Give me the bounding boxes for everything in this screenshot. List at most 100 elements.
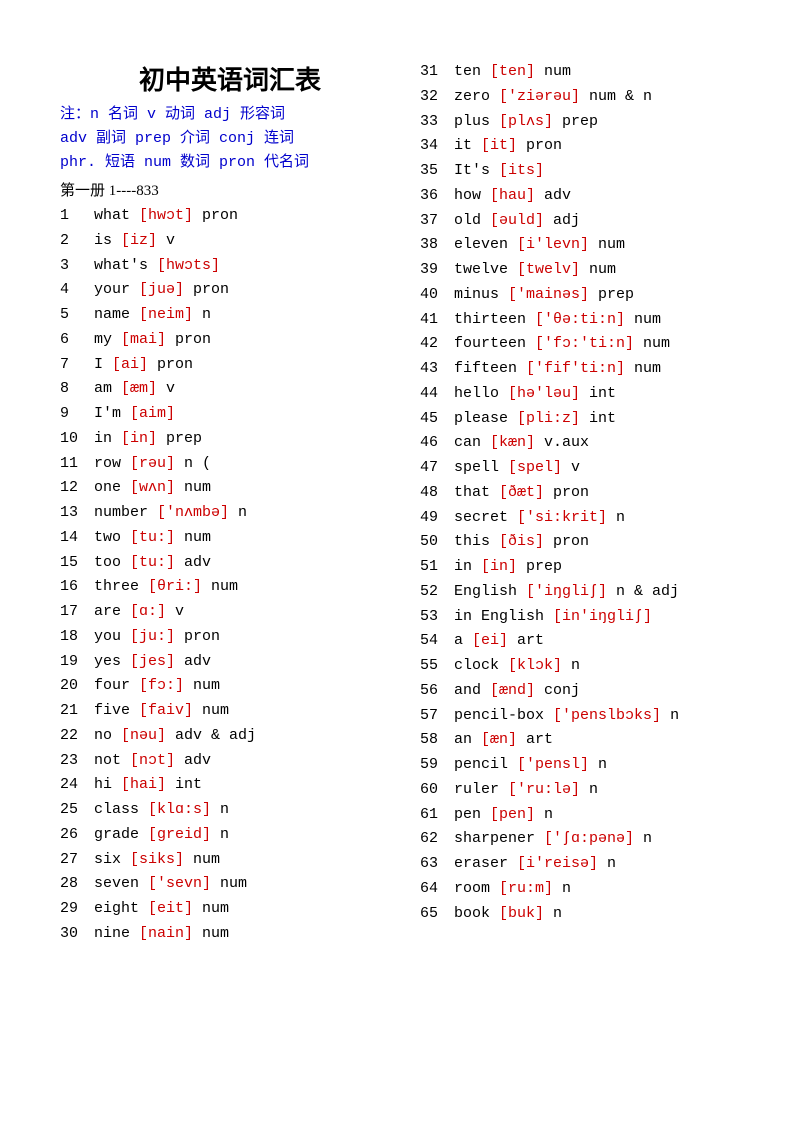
left-entry: 1what [hwɔt] pron — [60, 204, 400, 229]
entry-pos: v — [166, 603, 184, 620]
entry-content: one [wʌn] num — [94, 476, 211, 501]
entry-word: am — [94, 380, 121, 397]
entry-number: 49 — [420, 506, 454, 531]
right-entry: 44hello [hə'ləu] int — [420, 382, 760, 407]
entry-content: your [juə] pron — [94, 278, 229, 303]
entry-pos: prep — [553, 113, 598, 130]
left-entry: 12one [wʌn] num — [60, 476, 400, 501]
entry-pos: art — [508, 632, 544, 649]
entry-word: three — [94, 578, 148, 595]
left-entry: 7I [ai] pron — [60, 353, 400, 378]
left-entry: 10in [in] prep — [60, 427, 400, 452]
right-entry: 54a [ei] art — [420, 629, 760, 654]
entry-content: eight [eit] num — [94, 897, 229, 922]
entry-ipa: [nɔt] — [130, 752, 175, 769]
entry-ipa: ['θə:ti:n] — [535, 311, 625, 328]
entry-word: are — [94, 603, 130, 620]
entry-pos: num — [193, 702, 229, 719]
entry-content: in [in] prep — [454, 555, 562, 580]
entry-ipa: [ðæt] — [499, 484, 544, 501]
entry-ipa: [ten] — [490, 63, 535, 80]
entry-number: 12 — [60, 476, 94, 501]
entry-ipa: ['ziərəu] — [499, 88, 580, 105]
entry-word: spell — [454, 459, 508, 476]
entry-number: 61 — [420, 803, 454, 828]
left-entry: 13number ['nʌmbə] n — [60, 501, 400, 526]
entry-content: secret ['si:krit] n — [454, 506, 625, 531]
entry-word: It's — [454, 162, 499, 179]
entry-word: thirteen — [454, 311, 535, 328]
entry-content: pencil ['pensl] n — [454, 753, 607, 778]
entry-content: row [rəu] n ( — [94, 452, 211, 477]
entry-content: no [nəu] adv & adj — [94, 724, 256, 749]
entry-pos: n — [598, 855, 616, 872]
entry-ipa: ['fif'ti:n] — [526, 360, 625, 377]
entry-ipa: [eit] — [148, 900, 193, 917]
entry-word: in — [94, 430, 121, 447]
right-entry: 34it [it] pron — [420, 134, 760, 159]
entry-word: I — [94, 356, 112, 373]
right-entry: 33plus [plʌs] prep — [420, 110, 760, 135]
entry-pos: n — [580, 781, 598, 798]
entry-content: class [klɑ:s] n — [94, 798, 229, 823]
right-column: 31ten [ten] num32zero ['ziərəu] num & n3… — [420, 60, 760, 947]
entry-content: what's [hwɔts] — [94, 254, 220, 279]
entry-pos: pron — [193, 207, 238, 224]
legend: 注：n 名词 v 动词 adj 形容词 adv 副词 prep 介词 conj … — [60, 103, 400, 175]
entry-ipa: [ei] — [472, 632, 508, 649]
entry-content: minus ['mainəs] prep — [454, 283, 634, 308]
entry-pos: num & n — [580, 88, 652, 105]
entry-content: is [iz] v — [94, 229, 175, 254]
entry-pos: num — [625, 311, 661, 328]
entry-number: 17 — [60, 600, 94, 625]
entry-content: it [it] pron — [454, 134, 562, 159]
entry-pos: pron — [544, 533, 589, 550]
entry-content: an [æn] art — [454, 728, 553, 753]
entry-ipa: [juə] — [139, 281, 184, 298]
entry-pos: n — [535, 806, 553, 823]
entry-ipa: ['fɔ:'ti:n] — [535, 335, 634, 352]
entry-number: 31 — [420, 60, 454, 85]
entry-pos: num — [175, 529, 211, 546]
left-entry: 2is [iz] v — [60, 229, 400, 254]
right-entry: 45please [pli:z] int — [420, 407, 760, 432]
entry-ipa: [ðis] — [499, 533, 544, 550]
entry-ipa: [hwɔt] — [139, 207, 193, 224]
entry-ipa: [in'iŋgliʃ] — [553, 608, 652, 625]
entry-ipa: [iz] — [121, 232, 157, 249]
left-entry: 5name [neim] n — [60, 303, 400, 328]
entry-number: 48 — [420, 481, 454, 506]
left-column: 初中英语词汇表 注：n 名词 v 动词 adj 形容词 adv 副词 prep … — [60, 60, 400, 947]
entry-word: that — [454, 484, 499, 501]
entry-number: 40 — [420, 283, 454, 308]
entry-content: zero ['ziərəu] num & n — [454, 85, 652, 110]
entry-number: 57 — [420, 704, 454, 729]
entry-content: a [ei] art — [454, 629, 544, 654]
entry-number: 53 — [420, 605, 454, 630]
entry-pos: n ( — [175, 455, 211, 472]
entry-number: 14 — [60, 526, 94, 551]
entry-pos: n & adj — [607, 583, 679, 600]
entry-content: and [ænd] conj — [454, 679, 580, 704]
entry-number: 9 — [60, 402, 94, 427]
entry-number: 32 — [420, 85, 454, 110]
entry-number: 41 — [420, 308, 454, 333]
left-entry: 20four [fɔ:] num — [60, 674, 400, 699]
entry-number: 43 — [420, 357, 454, 382]
entry-number: 7 — [60, 353, 94, 378]
entry-content: number ['nʌmbə] n — [94, 501, 247, 526]
entry-content: room [ru:m] n — [454, 877, 571, 902]
entry-word: your — [94, 281, 139, 298]
entry-word: pencil-box — [454, 707, 553, 724]
entry-ipa: [wʌn] — [130, 479, 175, 496]
entry-ipa: [it] — [481, 137, 517, 154]
entry-number: 54 — [420, 629, 454, 654]
entry-ipa: ['iŋgliʃ] — [526, 583, 607, 600]
entry-content: are [ɑ:] v — [94, 600, 184, 625]
entry-pos: prep — [589, 286, 634, 303]
entry-number: 60 — [420, 778, 454, 803]
entry-number: 1 — [60, 204, 94, 229]
entry-pos: pron — [148, 356, 193, 373]
entry-number: 58 — [420, 728, 454, 753]
left-entry: 16three [θri:] num — [60, 575, 400, 600]
